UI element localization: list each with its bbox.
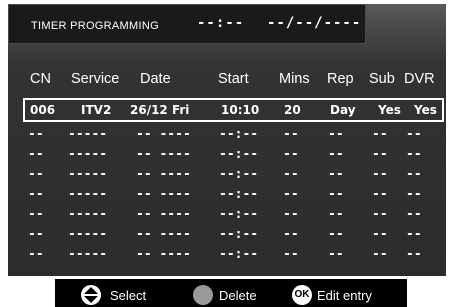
column-header-start: Start (218, 71, 249, 87)
cell-dvr: Yes (414, 103, 437, 117)
title-bar: TIMER PROGRAMMING --:-- --/--/---- (8, 4, 366, 44)
empty-cell-sub: -- (372, 127, 388, 142)
empty-cell-cn: -- (28, 207, 44, 222)
empty-cell-sub: -- (372, 147, 388, 162)
empty-cell-rep: -- (328, 247, 344, 262)
empty-cell-start: --:-- (219, 207, 259, 222)
empty-cell-service: ----- (68, 167, 108, 182)
column-header-cn: CN (30, 71, 51, 87)
empty-cell-start: --:-- (219, 187, 259, 202)
empty-cell-date: -- ---- (136, 247, 191, 262)
empty-cell-dvr: -- (406, 187, 422, 202)
empty-cell-dvr: -- (406, 167, 422, 182)
empty-cell-rep: -- (328, 207, 344, 222)
cell-sub: Yes (378, 103, 401, 117)
cell-start: 10:10 (221, 103, 260, 117)
current-date: --/--/---- (267, 15, 362, 31)
empty-cell-sub: -- (372, 187, 388, 202)
timer-row-empty[interactable]: -- ----- -- ---- --:-- -- -- -- -- (0, 187, 449, 202)
grey-button-icon (193, 285, 213, 305)
empty-cell-rep: -- (328, 147, 344, 162)
empty-cell-cn: -- (28, 147, 44, 162)
empty-cell-sub: -- (372, 227, 388, 242)
select-label: Select (110, 288, 147, 303)
empty-cell-service: ----- (68, 187, 108, 202)
empty-cell-cn: -- (28, 247, 44, 262)
empty-cell-date: -- ---- (136, 167, 191, 182)
empty-cell-mins: -- (283, 127, 299, 142)
empty-cell-dvr: -- (406, 207, 422, 222)
empty-cell-cn: -- (28, 187, 44, 202)
empty-cell-service: ----- (68, 127, 108, 142)
edit-entry-label: Edit entry (317, 288, 372, 303)
timer-row-empty[interactable]: -- ----- -- ---- --:-- -- -- -- -- (0, 167, 449, 182)
empty-cell-mins: -- (283, 167, 299, 182)
empty-cell-rep: -- (328, 127, 344, 142)
empty-cell-rep: -- (328, 227, 344, 242)
empty-cell-dvr: -- (406, 227, 422, 242)
empty-cell-start: --:-- (219, 247, 259, 262)
cell-rep: Day (330, 103, 356, 117)
ok-button-icon: OK (292, 285, 312, 305)
empty-cell-sub: -- (372, 207, 388, 222)
column-header-rep: Rep (327, 71, 354, 87)
updown-select-icon (81, 285, 101, 305)
empty-cell-sub: -- (372, 247, 388, 262)
empty-cell-service: ----- (68, 247, 108, 262)
column-header-date: Date (140, 71, 171, 87)
empty-cell-mins: -- (283, 247, 299, 262)
empty-cell-date: -- ---- (136, 147, 191, 162)
timer-row-empty[interactable]: -- ----- -- ---- --:-- -- -- -- -- (0, 147, 449, 162)
delete-label: Delete (219, 288, 257, 303)
empty-cell-rep: -- (328, 167, 344, 182)
empty-cell-start: --:-- (219, 167, 259, 182)
timer-row-empty[interactable]: -- ----- -- ---- --:-- -- -- -- -- (0, 207, 449, 222)
empty-cell-mins: -- (283, 187, 299, 202)
cell-cn: 006 (30, 103, 56, 117)
empty-cell-date: -- ---- (136, 127, 191, 142)
empty-cell-mins: -- (283, 227, 299, 242)
cell-service: ITV2 (81, 103, 112, 117)
empty-cell-mins: -- (283, 207, 299, 222)
empty-cell-service: ----- (68, 207, 108, 222)
empty-cell-start: --:-- (219, 147, 259, 162)
empty-cell-sub: -- (372, 167, 388, 182)
timer-row-empty[interactable]: -- ----- -- ---- --:-- -- -- -- -- (0, 227, 449, 242)
empty-cell-cn: -- (28, 167, 44, 182)
empty-cell-date: -- ---- (136, 227, 191, 242)
empty-cell-date: -- ---- (136, 207, 191, 222)
empty-cell-service: ----- (68, 147, 108, 162)
timer-row-empty[interactable]: -- ----- -- ---- --:-- -- -- -- -- (0, 127, 449, 142)
empty-cell-dvr: -- (406, 247, 422, 262)
column-header-service: Service (71, 71, 120, 87)
timer-row-empty[interactable]: -- ----- -- ---- --:-- -- -- -- -- (0, 247, 449, 262)
column-header-sub: Sub (369, 71, 395, 87)
cell-date: 26/12 Fri (130, 103, 190, 117)
empty-cell-cn: -- (28, 127, 44, 142)
empty-cell-service: ----- (68, 227, 108, 242)
empty-cell-dvr: -- (406, 147, 422, 162)
empty-cell-date: -- ---- (136, 187, 191, 202)
empty-cell-start: --:-- (219, 227, 259, 242)
empty-cell-dvr: -- (406, 127, 422, 142)
current-time: --:-- (197, 15, 245, 31)
button-legend: Select Delete OK Edit entry (55, 279, 407, 307)
column-header-mins: Mins (279, 71, 310, 87)
page-title: TIMER PROGRAMMING (31, 20, 159, 32)
cell-mins: 20 (284, 103, 301, 117)
empty-cell-mins: -- (283, 147, 299, 162)
empty-cell-start: --:-- (219, 127, 259, 142)
column-header-dvr: DVR (404, 71, 435, 87)
empty-cell-rep: -- (328, 187, 344, 202)
empty-cell-cn: -- (28, 227, 44, 242)
